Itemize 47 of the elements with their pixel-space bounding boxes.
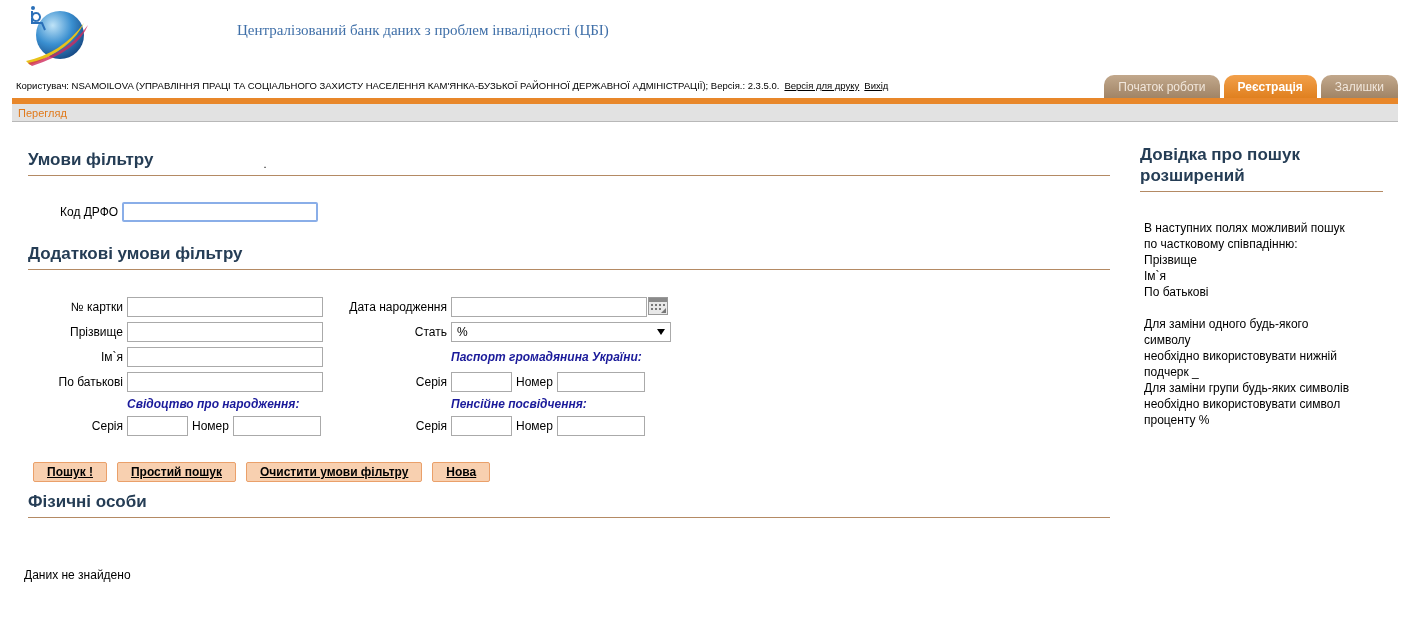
field-label: Прізвище	[69, 325, 123, 339]
dot-mark: .	[263, 158, 267, 170]
field-label: По батькові	[57, 375, 123, 389]
number-field[interactable]	[556, 416, 645, 436]
series-field[interactable]	[127, 416, 188, 436]
field-label: Серія	[414, 419, 447, 433]
app-title: Централізований банк даних з проблем інвалідності (ЦБІ)	[237, 21, 609, 39]
field-label: Код ДРФО	[60, 205, 119, 219]
field-label: Серія	[414, 375, 447, 389]
action-button[interactable]: Простий пошук	[116, 462, 236, 482]
action-button[interactable]: Очистити умови фільтру	[246, 462, 423, 482]
section-heading: Довідка про пошук розширений	[1140, 144, 1301, 186]
subsection-heading: Паспорт громадянина України:	[451, 350, 643, 364]
user-info: Користувач: NSAMOILOVA (УПРАВЛІННЯ ПРАЦІ ТА СОЦІАЛЬНОГО ЗАХИСТУ НАСЕЛЕННЯ КАМ'ЯНКА-БУЗЬКОЇ РАЙОННОЇ ДЕРЖАВНОЇ АДМІНІСТРАЦІЇ); Версія.: 2.3.5.0.	[16, 80, 780, 91]
field-label: Серія	[90, 419, 123, 433]
section-heading: Умови фільтру	[28, 150, 154, 170]
date-field[interactable]	[451, 297, 647, 317]
field-label: № картки	[69, 300, 123, 314]
header-link[interactable]: Версія для друку	[784, 80, 860, 91]
number-field[interactable]	[556, 372, 645, 392]
number-field[interactable]	[232, 416, 321, 436]
section-heading: Фізичні особи	[28, 492, 147, 512]
sex-dropdown[interactable]: %	[451, 322, 671, 342]
series-field[interactable]	[451, 416, 512, 436]
name-field[interactable]	[127, 347, 323, 367]
header-link[interactable]: Вихід	[864, 80, 889, 91]
help-text: Для заміни одного будь-якого символу необхідно використовувати нижній подчерк _ Для заміни групи будь-яких символів необхідно використовувати символ проценту %	[1144, 316, 1351, 428]
help-text: В наступних полях можливий пошук по частковому співпадінню: Прізвище Ім`я По батькові	[1144, 220, 1346, 300]
field-label: Стать	[413, 325, 447, 339]
series-field[interactable]	[451, 372, 512, 392]
field-label: Номер	[516, 419, 553, 433]
field-label: Дата народження	[348, 300, 447, 314]
card-number-field[interactable]	[127, 297, 323, 317]
action-button[interactable]: Пошук !	[33, 462, 107, 482]
calendar-icon[interactable]	[648, 297, 668, 315]
patronymic-field[interactable]	[127, 372, 323, 392]
subsection-heading: Свідоцтво про народження:	[127, 397, 301, 411]
action-button[interactable]: Нова	[432, 462, 491, 482]
code-field[interactable]	[122, 202, 319, 222]
field-label: Ім`я	[99, 350, 123, 364]
field-label: Номер	[516, 375, 553, 389]
field-label: Номер	[192, 419, 229, 433]
dropdown-arrow-icon	[657, 329, 665, 335]
section-heading: Додаткові умови фільтру	[28, 244, 243, 264]
empty-message: Даних не знайдено	[24, 568, 132, 582]
subsection-heading: Пенсійне посвідчення:	[451, 397, 588, 411]
surname-field[interactable]	[127, 322, 323, 342]
